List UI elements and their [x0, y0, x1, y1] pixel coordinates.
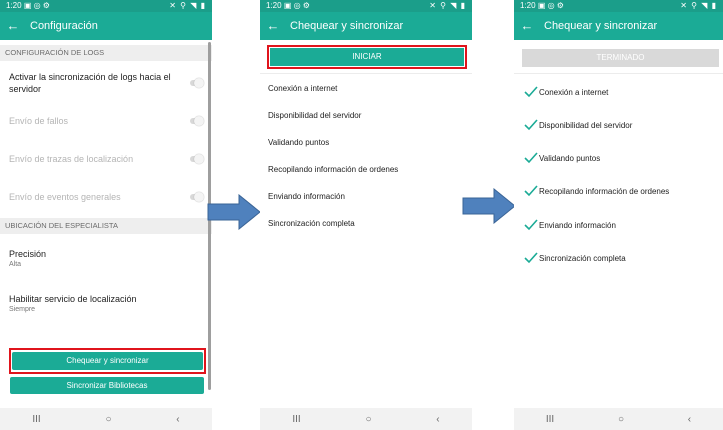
- step-sending: Enviando información: [524, 219, 616, 231]
- step-label: Sincronización completa: [539, 253, 626, 263]
- setting-label: Envío de trazas de localización: [9, 154, 134, 164]
- step-points: Validando puntos: [524, 152, 600, 164]
- check-sync-button[interactable]: Chequear y sincronizar: [12, 352, 203, 370]
- status-left-icons: ▣ ◎ ⚙: [23, 1, 50, 10]
- checkmark-icon: [524, 86, 538, 98]
- step-label: Enviando información: [539, 220, 616, 230]
- flow-arrow-icon: [207, 194, 261, 230]
- status-right-icons: ✕ ⚲ ◥ ▮: [169, 1, 206, 10]
- checkmark-icon: [524, 185, 538, 197]
- recents-icon[interactable]: III: [32, 414, 40, 425]
- status-left-icons: ▣ ◎ ⚙: [283, 1, 310, 10]
- status-right-icons: ✕ ⚲ ◥ ▮: [680, 1, 717, 10]
- step-label: Recopilando información de ordenes: [539, 186, 670, 196]
- check-sync-screen: 1:20 ▣ ◎ ⚙ ✕ ⚲ ◥ ▮ ← Chequear y sincroni…: [260, 0, 472, 430]
- divider: [514, 73, 723, 74]
- back-icon[interactable]: ‹: [688, 414, 691, 425]
- section-header-logs: CONFIGURACIÓN DE LOGS: [0, 45, 212, 61]
- step-internet: Conexión a internet: [524, 86, 608, 98]
- setting-label: Activar la sincronización de logs hacia …: [9, 72, 171, 94]
- setting-value: Alta: [9, 261, 22, 268]
- flow-arrow-icon: [462, 188, 516, 224]
- sync-libraries-button[interactable]: Sincronizar Bibliotecas: [10, 377, 204, 394]
- setting-crash-reports: Envío de fallos: [9, 116, 207, 126]
- page-title: Chequear y sincronizar: [544, 20, 658, 32]
- step-orders: Recopilando información de ordenes: [524, 185, 669, 197]
- status-right-icons: ✕ ⚲ ◥ ▮: [429, 1, 466, 10]
- home-icon[interactable]: ○: [105, 414, 111, 425]
- setting-log-sync[interactable]: Activar la sincronización de logs hacia …: [9, 71, 179, 95]
- nav-bar: III ○ ‹: [514, 408, 723, 430]
- nav-bar: III ○ ‹: [0, 408, 212, 430]
- status-time: 1:20: [6, 1, 22, 10]
- status-left-icons: ▣ ◎ ⚙: [537, 1, 564, 10]
- app-bar: ← Configuración: [0, 12, 212, 40]
- done-button: TERMINADO: [522, 49, 719, 67]
- nav-bar: III ○ ‹: [260, 408, 472, 430]
- general-events-toggle[interactable]: [190, 192, 204, 202]
- home-icon[interactable]: ○: [618, 414, 624, 425]
- step-server: Disponibilidad del servidor: [268, 111, 362, 120]
- step-orders: Recopilando información de ordenes: [268, 165, 399, 174]
- step-label: Disponibilidad del servidor: [539, 120, 633, 130]
- step-server: Disponibilidad del servidor: [524, 119, 632, 131]
- app-bar: ← Chequear y sincronizar: [514, 12, 723, 40]
- recents-icon[interactable]: III: [546, 414, 554, 425]
- step-internet: Conexión a internet: [268, 84, 338, 93]
- back-icon[interactable]: ‹: [436, 414, 439, 425]
- crash-reports-toggle[interactable]: [190, 116, 204, 126]
- checkmark-icon: [524, 119, 538, 131]
- step-complete: Sincronización completa: [524, 252, 626, 264]
- setting-location-service[interactable]: Habilitar servicio de localización Siemp…: [9, 294, 207, 313]
- location-traces-toggle[interactable]: [190, 154, 204, 164]
- back-arrow-icon[interactable]: ←: [260, 12, 286, 40]
- step-label: Validando puntos: [539, 153, 601, 163]
- sync-complete-screen: 1:20 ▣ ◎ ⚙ ✕ ⚲ ◥ ▮ ← Chequear y sincroni…: [514, 0, 723, 430]
- step-sending: Enviando información: [268, 192, 345, 201]
- back-arrow-icon[interactable]: ←: [0, 12, 26, 40]
- back-arrow-icon[interactable]: ←: [514, 12, 540, 40]
- checkmark-icon: [524, 252, 538, 264]
- status-time: 1:20: [520, 1, 536, 10]
- checkmark-icon: [524, 152, 538, 164]
- recents-icon[interactable]: III: [292, 414, 300, 425]
- status-bar: 1:20 ▣ ◎ ⚙ ✕ ⚲ ◥ ▮: [260, 0, 472, 12]
- status-bar: 1:20 ▣ ◎ ⚙ ✕ ⚲ ◥ ▮: [0, 0, 212, 12]
- app-bar: ← Chequear y sincronizar: [260, 12, 472, 40]
- settings-screen: 1:20 ▣ ◎ ⚙ ✕ ⚲ ◥ ▮ ← Configuración CONFI…: [0, 0, 212, 430]
- page-title: Chequear y sincronizar: [290, 20, 404, 32]
- setting-precision[interactable]: Precisión Alta: [9, 249, 207, 268]
- status-time: 1:20: [266, 1, 282, 10]
- setting-value: Siempre: [9, 306, 36, 313]
- divider: [260, 73, 472, 74]
- setting-location-traces: Envío de trazas de localización: [9, 154, 207, 164]
- setting-label: Envío de fallos: [9, 116, 69, 126]
- status-bar: 1:20 ▣ ◎ ⚙ ✕ ⚲ ◥ ▮: [514, 0, 723, 12]
- step-label: Conexión a internet: [539, 87, 609, 97]
- page-title: Configuración: [30, 20, 98, 32]
- step-complete: Sincronización completa: [268, 219, 355, 228]
- back-icon[interactable]: ‹: [176, 414, 179, 425]
- log-sync-toggle[interactable]: [190, 78, 204, 88]
- setting-label: Precisión: [9, 249, 47, 259]
- checkmark-icon: [524, 219, 538, 231]
- step-points: Validando puntos: [268, 138, 330, 147]
- section-header-location: UBICACIÓN DEL ESPECIALISTA: [0, 218, 212, 234]
- setting-general-events: Envío de eventos generales: [9, 192, 207, 202]
- home-icon[interactable]: ○: [365, 414, 371, 425]
- start-button[interactable]: INICIAR: [270, 48, 464, 66]
- setting-label: Envío de eventos generales: [9, 192, 121, 202]
- setting-label: Habilitar servicio de localización: [9, 294, 137, 304]
